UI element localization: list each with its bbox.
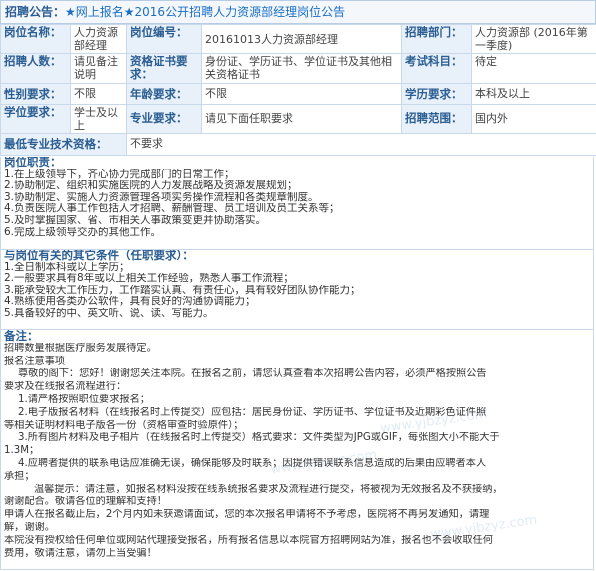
note-line: 3.所有图片材料及电子相片（在线报名时上传提交）格式要求：文件类型为JPG或GI… (18, 432, 500, 444)
exam-value: 待定 (471, 53, 596, 84)
major-label: 专业要求： (126, 104, 202, 134)
scope-value: 国内外 (471, 104, 596, 134)
note-line: 招聘数量根据医疗服务发展待定。 (4, 342, 157, 354)
job-info-table: 岗位名称： 人力资源部经理 岗位编号： 20161013人力资源部经理 招聘部门… (0, 24, 596, 156)
post-name-value: 人力资源部经理 (70, 24, 127, 54)
gender-value: 不限 (70, 83, 127, 105)
age-label: 年龄要求： (126, 83, 202, 105)
note-line: 等相关证明材料电子版各一份（资格审查时验原件）； (4, 419, 244, 431)
requirements-title: 与岗位有关的其它条件（任职要求）： (4, 250, 194, 262)
scope-label: 招聘范围： (401, 104, 472, 134)
announcement-header: 招聘公告：★网上报名★2016公开招聘人力资源部经理岗位公告 (0, 0, 596, 24)
requirement-item: 5.具备较好的中、英文听、说、读、写能力。 (4, 307, 214, 319)
note-line: 1.3M； (4, 445, 40, 457)
edu-value: 本科及以上 (471, 83, 596, 105)
duty-item: 4.负责医院人事工作包括人才招聘、薪酬管理、员工培训及员工关系等； (4, 203, 340, 215)
duty-item: 2.协助制定、组织和实施医院的人力发展战略及资源发展规划； (4, 180, 298, 192)
duty-item: 1.在上级领导下，齐心协力完成部门的日常工作； (4, 168, 235, 180)
note-line: 尊敬的阁下：您好！谢谢您关注本院。在报名之前，请您认真查看本次招聘公告内容，必须… (18, 368, 487, 380)
cert-label: 资格证书要求： (126, 53, 202, 84)
dept-value: 人力资源部 (2016年第一季度) (471, 24, 596, 54)
note-line: 2.电子版报名材料（在线报名时上传提交）应包括：居民身份证、学历证书、学位证书及… (18, 406, 487, 418)
dept-label: 招聘部门： (401, 24, 472, 54)
note-line: 承担； (4, 470, 35, 482)
major-value: 请见下面任职要求 (201, 104, 402, 134)
announcement-label: 招聘公告： (5, 5, 66, 19)
announcement-title[interactable]: ★网上报名★2016公开招聘人力资源部经理岗位公告 (65, 5, 345, 19)
edu-label: 学历要求： (401, 83, 472, 105)
note-line: 解，谢谢。 (4, 521, 55, 533)
duties-title: 岗位职责： (4, 157, 62, 169)
count-label: 招聘人数： (0, 53, 71, 84)
duty-item: 3.协助制定、实施人力资源管理各项实务操作流程和各类规章制度。 (4, 191, 319, 203)
gender-label: 性别要求： (0, 83, 71, 105)
exam-label: 考试科目： (401, 53, 472, 84)
skill-value: 不要求 (126, 133, 596, 156)
duties-section: 岗位职责： 1.在上级领导下，齐心协力完成部门的日常工作； 2.协助制定、组织和… (0, 157, 594, 250)
note-line: 谢谢配合。敬请各位的理解和支持！ (4, 496, 167, 508)
skill-label: 最低专业技术资格： (0, 133, 127, 156)
note-line: 报名注意事项 (4, 355, 66, 367)
note-line: 温馨提示：请注意，如报名材料没按在线系统报名要求及流程进行提交，将被视为无效报名… (34, 483, 503, 495)
note-line: 4.应聘者提供的联系电话应准确无误，确保能够及时联系；因提供错误联系信息造成的后… (18, 457, 487, 469)
notes-section: 备注： 招聘数量根据医疗服务发展待定。 报名注意事项 尊敬的阁下：您好！谢谢您关注本… (0, 330, 594, 570)
cert-value: 身份证、学历证书、学位证书及其他相关资格证书 (201, 53, 402, 84)
requirement-item: 1.全日制本科或以上学历； (4, 261, 130, 273)
requirement-item: 4.熟练使用各类办公软件，具有良好的沟通协调能力； (4, 296, 256, 308)
notes-title: 备注： (4, 330, 39, 343)
note-line: 本院没有授权给任何单位或网站代理接受报名，所有报名信息以本院官方招聘网站为准，报… (4, 534, 493, 546)
duty-item: 6.完成上级领导交办的其他工作。 (4, 226, 162, 238)
requirement-item: 2.一般要求具有8年或以上相关工作经验，熟悉人事工作流程； (4, 273, 294, 285)
note-line: 要求及在线报名流程进行： (4, 381, 127, 393)
age-value: 不限 (201, 83, 402, 105)
post-code-value: 20161013人力资源部经理 (201, 24, 402, 54)
notes-body: 招聘数量根据医疗服务发展待定。 报名注意事项 尊敬的阁下：您好！谢谢您关注本院。在报… (4, 343, 593, 561)
post-name-label: 岗位名称： (0, 24, 71, 54)
note-line: 申请人在报名截止后，2个月内如未获邀请面试，您的本次报名申请将不予考虑，医院将不… (4, 509, 490, 521)
count-value: 请见备注说明 (70, 53, 127, 84)
degree-label: 学位要求： (0, 104, 71, 134)
post-code-label: 岗位编号： (126, 24, 202, 54)
note-line: 费用，敬请注意，请勿上当受骗！ (4, 547, 157, 559)
requirements-section: 与岗位有关的其它条件（任职要求）： 1.全日制本科或以上学历； 2.一般要求具有… (0, 250, 594, 330)
note-line: 1.请严格按照职位要求报名； (18, 393, 150, 405)
degree-value: 学士及以上 (70, 104, 127, 134)
requirement-item: 3.能承受较大工作压力，工作踏实认真、有责任心，具有较好团队协作能力； (4, 284, 361, 296)
duty-item: 5.及时掌握国家、省、市相关人事政策变更并协助落实。 (4, 214, 267, 226)
